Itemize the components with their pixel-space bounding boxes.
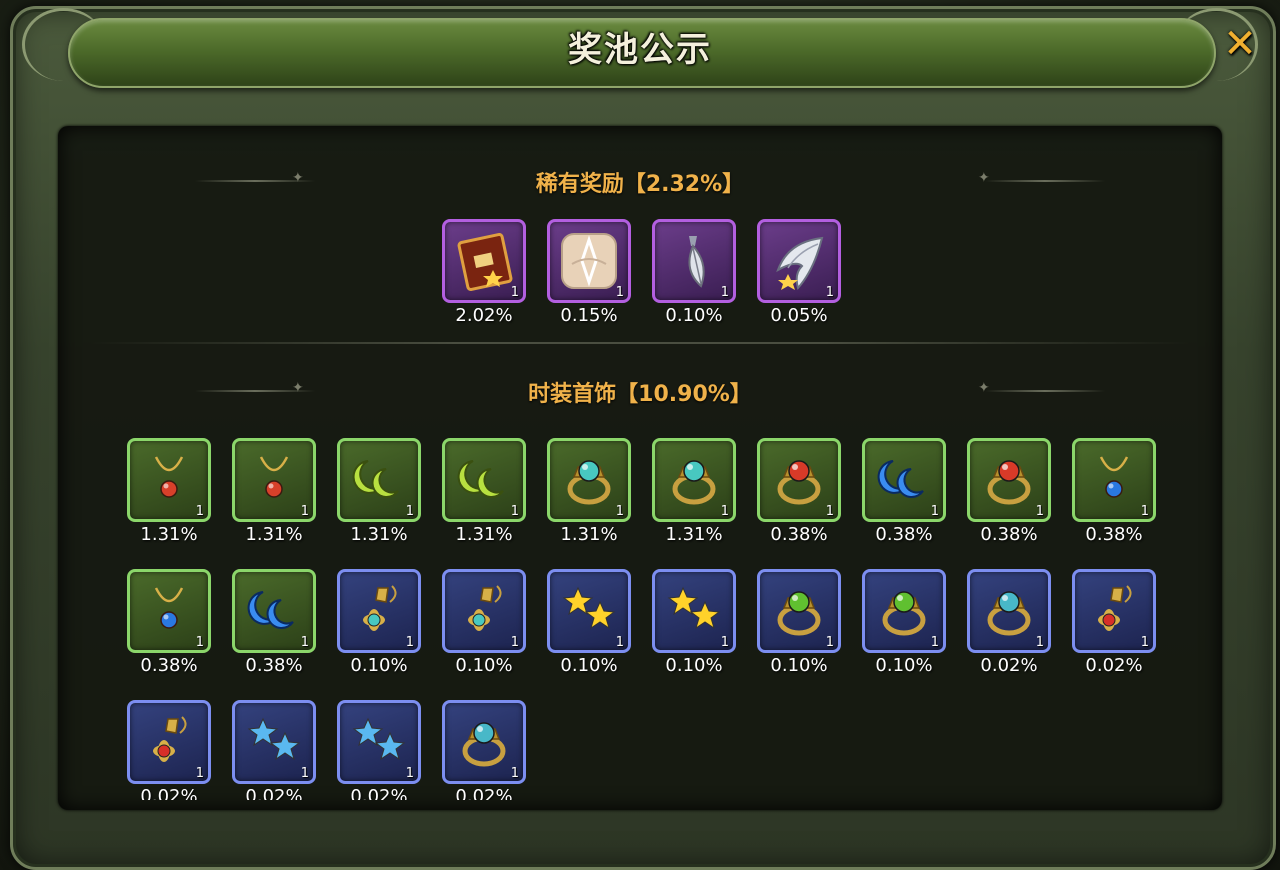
accessory-item-probability: 0.10% xyxy=(350,655,408,676)
accessory-item-slot[interactable]: 1 xyxy=(547,438,631,522)
accessory-item-slot[interactable]: 1 xyxy=(547,569,631,653)
accessory-item-probability: 0.02% xyxy=(140,786,198,800)
accessory-item-probability: 0.02% xyxy=(1085,655,1143,676)
accessory-item-slot[interactable]: 1 xyxy=(127,569,211,653)
item-count: 1 xyxy=(510,635,519,650)
item-count: 1 xyxy=(930,504,939,519)
item-count: 1 xyxy=(195,635,204,650)
accessory-item-slot[interactable]: 1 xyxy=(127,700,211,784)
accessory-item-probability: 0.38% xyxy=(1085,524,1143,545)
item-count: 1 xyxy=(300,766,309,781)
item-count: 1 xyxy=(930,635,939,650)
item-count: 1 xyxy=(720,504,729,519)
accessory-item-slot[interactable]: 1 xyxy=(127,438,211,522)
accessory-item-probability: 0.10% xyxy=(665,655,723,676)
accessory-item-slot[interactable]: 1 xyxy=(442,569,526,653)
accessory-item-probability: 0.38% xyxy=(875,524,933,545)
accessory-item-probability: 0.38% xyxy=(245,655,303,676)
accessory-item-slot[interactable]: 1 xyxy=(967,438,1051,522)
accessory-item-probability: 1.31% xyxy=(665,524,723,545)
accessory-item-probability: 0.02% xyxy=(350,786,408,800)
item-count: 1 xyxy=(510,766,519,781)
item-count: 1 xyxy=(195,766,204,781)
accessory-item-slot[interactable]: 1 xyxy=(442,700,526,784)
accessory-item-probability: 0.10% xyxy=(455,655,513,676)
dialog-title: 奖池公示 xyxy=(568,30,712,70)
accessory-item-probability: 0.02% xyxy=(455,786,513,800)
accessory-item-slot[interactable]: 1 xyxy=(652,569,736,653)
accessory-item-probability: 0.38% xyxy=(980,524,1038,545)
accessory-item-slot[interactable]: 1 xyxy=(1072,569,1156,653)
accessory-item-probability: 0.38% xyxy=(770,524,828,545)
item-count: 1 xyxy=(510,504,519,519)
accessory-item-slot[interactable]: 1 xyxy=(337,700,421,784)
accessory-item-slot[interactable]: 1 xyxy=(232,700,316,784)
item-count: 1 xyxy=(1140,504,1149,519)
accessory-item-probability: 1.31% xyxy=(350,524,408,545)
accessory-items-grid: 1 1.31% 1 1.31% 1 1.31% 1 1.31% 1 1.31% 1 1.31% 1 0.3… xyxy=(58,126,1222,800)
item-count: 1 xyxy=(195,504,204,519)
accessory-item-slot[interactable]: 1 xyxy=(862,438,946,522)
accessory-item-slot[interactable]: 1 xyxy=(442,438,526,522)
accessory-item-probability: 0.02% xyxy=(245,786,303,800)
item-count: 1 xyxy=(300,504,309,519)
item-count: 1 xyxy=(615,504,624,519)
accessory-item-slot[interactable]: 1 xyxy=(652,438,736,522)
accessory-item-slot[interactable]: 1 xyxy=(862,569,946,653)
accessory-item-probability: 1.31% xyxy=(455,524,513,545)
accessory-item-slot[interactable]: 1 xyxy=(337,569,421,653)
accessory-item-probability: 1.31% xyxy=(245,524,303,545)
item-count: 1 xyxy=(1140,635,1149,650)
item-count: 1 xyxy=(405,766,414,781)
item-count: 1 xyxy=(825,635,834,650)
accessory-item-probability: 0.10% xyxy=(770,655,828,676)
accessory-item-slot[interactable]: 1 xyxy=(232,438,316,522)
accessory-item-probability: 0.10% xyxy=(875,655,933,676)
accessory-item-slot[interactable]: 1 xyxy=(337,438,421,522)
accessory-item-probability: 1.31% xyxy=(560,524,618,545)
accessory-item-slot[interactable]: 1 xyxy=(757,569,841,653)
item-count: 1 xyxy=(1035,635,1044,650)
item-count: 1 xyxy=(720,635,729,650)
item-count: 1 xyxy=(825,504,834,519)
item-count: 1 xyxy=(300,635,309,650)
accessory-item-slot[interactable]: 1 xyxy=(757,438,841,522)
accessory-item-slot[interactable]: 1 xyxy=(1072,438,1156,522)
accessory-item-probability: 0.10% xyxy=(560,655,618,676)
item-count: 1 xyxy=(1035,504,1044,519)
item-count: 1 xyxy=(615,635,624,650)
accessory-item-slot[interactable]: 1 xyxy=(232,569,316,653)
accessory-item-probability: 0.38% xyxy=(140,655,198,676)
accessory-item-probability: 1.31% xyxy=(140,524,198,545)
accessory-item-slot[interactable]: 1 xyxy=(967,569,1051,653)
close-icon[interactable]: ✕ xyxy=(1218,22,1262,66)
item-count: 1 xyxy=(405,635,414,650)
accessory-item-probability: 0.02% xyxy=(980,655,1038,676)
item-count: 1 xyxy=(405,504,414,519)
